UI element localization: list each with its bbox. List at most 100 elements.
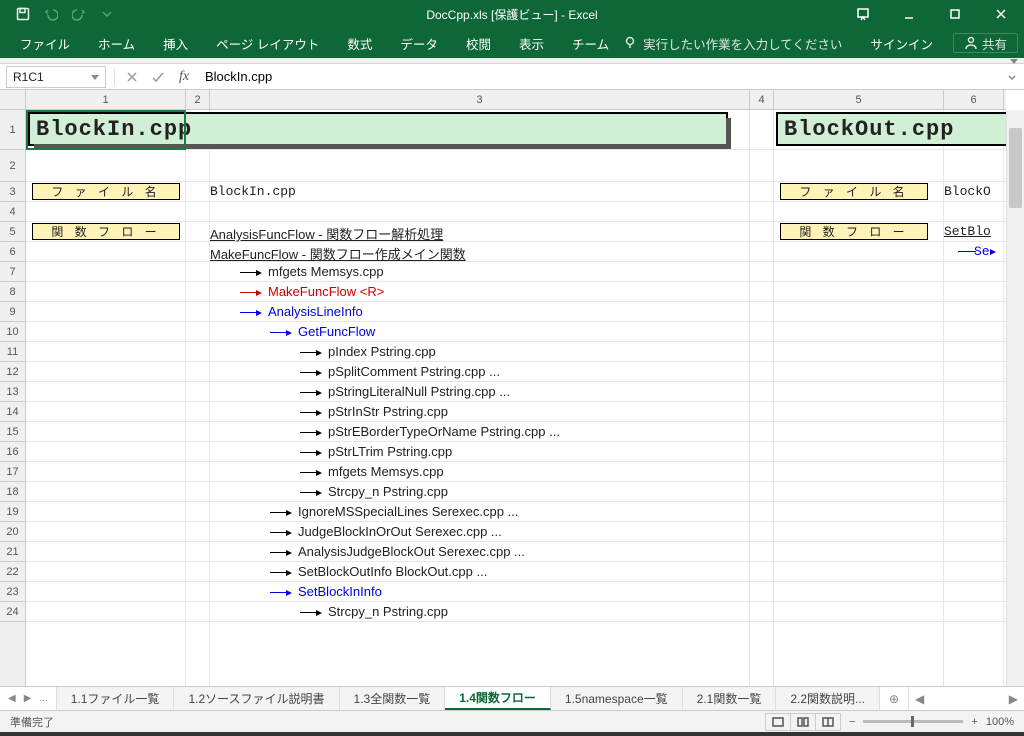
tab-file[interactable]: ファイル xyxy=(6,28,84,58)
flow-item: pStringLiteralNull Pstring.cpp ... xyxy=(300,384,510,400)
tab-home[interactable]: ホーム xyxy=(84,28,149,58)
row-headers[interactable]: 123456789101112131415161718192021222324 xyxy=(0,110,26,686)
sheet-tab[interactable]: 2.1関数一覧 xyxy=(683,687,777,710)
worksheet-grid[interactable]: 123456 123456789101112131415161718192021… xyxy=(0,90,1024,686)
col-header[interactable]: 1 xyxy=(26,90,186,110)
sheet-tab[interactable]: 1.2ソースファイル説明書 xyxy=(174,687,339,710)
col-header[interactable]: 6 xyxy=(944,90,1004,110)
row-header[interactable]: 2 xyxy=(0,150,25,182)
view-normal-icon[interactable] xyxy=(765,713,791,731)
maximize-icon[interactable] xyxy=(932,0,978,28)
cells-area[interactable]: BlockIn.cppBlockOut.cppフ ァ イ ル 名関 数 フ ロ … xyxy=(26,110,1006,686)
row-header[interactable]: 17 xyxy=(0,462,25,482)
flow-item: Strcpy_n Pstring.cpp xyxy=(300,484,448,500)
row-header[interactable]: 1 xyxy=(0,110,25,150)
sheet-tab[interactable]: 1.5namespace一覧 xyxy=(551,687,683,710)
app-title: DocCpp.xls [保護ビュー] - Excel xyxy=(426,6,597,23)
tab-data[interactable]: データ xyxy=(386,28,452,58)
row-header[interactable]: 19 xyxy=(0,502,25,522)
row-header[interactable]: 14 xyxy=(0,402,25,422)
expand-formula-icon[interactable] xyxy=(1000,66,1024,88)
row-header[interactable]: 23 xyxy=(0,582,25,602)
formula-bar: R1C1 fx xyxy=(0,64,1024,90)
flow-item: MakeFuncFlow - 関数フロー作成メイン関数 xyxy=(210,244,466,263)
sheet-nav[interactable]: ◀▶... xyxy=(0,687,57,710)
signin-button[interactable]: サインイン xyxy=(858,34,945,53)
ribbon-collapse[interactable] xyxy=(0,58,1024,64)
tab-insert[interactable]: 挿入 xyxy=(149,28,202,58)
zoom-control[interactable]: − + 100% xyxy=(849,716,1014,728)
label-funcflow-left: 関 数 フ ロ ー xyxy=(32,223,180,240)
view-pagebreak-icon[interactable] xyxy=(815,713,841,731)
flow-item: mfgets Memsys.cpp xyxy=(300,464,444,480)
row-header[interactable]: 12 xyxy=(0,362,25,382)
undo-icon[interactable] xyxy=(44,7,58,21)
horizontal-scrollbar[interactable]: ◀▶ xyxy=(908,687,1024,710)
titlebar: DocCpp.xls [保護ビュー] - Excel xyxy=(0,0,1024,28)
row-header[interactable]: 5 xyxy=(0,222,25,242)
sheet-tab-bar: ◀▶... 1.1ファイル一覧1.2ソースファイル説明書1.3全関数一覧1.4関… xyxy=(0,686,1024,710)
flow-item: MakeFuncFlow <R> xyxy=(240,284,384,300)
select-all-corner[interactable] xyxy=(0,90,26,110)
row-header[interactable]: 7 xyxy=(0,262,25,282)
row-header[interactable]: 22 xyxy=(0,562,25,582)
view-layout-icon[interactable] xyxy=(790,713,816,731)
row-header[interactable]: 18 xyxy=(0,482,25,502)
qat-dropdown-icon[interactable] xyxy=(100,7,114,21)
sheet-tab[interactable]: 1.3全関数一覧 xyxy=(340,687,446,710)
title-blockout: BlockOut.cpp xyxy=(776,112,1006,146)
row-header[interactable]: 6 xyxy=(0,242,25,262)
row-header[interactable]: 3 xyxy=(0,182,25,202)
zoom-slider[interactable] xyxy=(863,720,963,723)
formula-input[interactable] xyxy=(197,66,1000,88)
row-header[interactable]: 20 xyxy=(0,522,25,542)
redo-icon[interactable] xyxy=(72,7,86,21)
add-sheet-button[interactable]: ⊕ xyxy=(880,687,908,710)
col-header[interactable]: 4 xyxy=(750,90,774,110)
tell-me[interactable]: 実行したい作業を入力してください xyxy=(623,34,842,53)
close-icon[interactable] xyxy=(978,0,1024,28)
accept-formula-icon[interactable] xyxy=(145,66,171,88)
flow-item: GetFuncFlow xyxy=(270,324,375,340)
fx-icon[interactable]: fx xyxy=(171,66,197,88)
sheet-tab[interactable]: 1.4関数フロー xyxy=(445,687,551,710)
zoom-out-icon[interactable]: − xyxy=(849,716,855,728)
row-header[interactable]: 16 xyxy=(0,442,25,462)
scroll-thumb[interactable] xyxy=(1009,128,1022,208)
vertical-scrollbar[interactable] xyxy=(1006,110,1024,686)
row-header[interactable]: 24 xyxy=(0,602,25,622)
tab-formulas[interactable]: 数式 xyxy=(333,28,386,58)
col-header[interactable]: 2 xyxy=(186,90,210,110)
ribbon-options-icon[interactable] xyxy=(840,0,886,28)
row-header[interactable]: 11 xyxy=(0,342,25,362)
save-icon[interactable] xyxy=(16,7,30,21)
tab-review[interactable]: 校閲 xyxy=(452,28,505,58)
row-header[interactable]: 15 xyxy=(0,422,25,442)
flow-item: pSplitComment Pstring.cpp ... xyxy=(300,364,500,380)
cancel-formula-icon[interactable] xyxy=(119,66,145,88)
tab-team[interactable]: チーム xyxy=(558,28,623,58)
sheet-tab[interactable]: 1.1ファイル一覧 xyxy=(57,687,175,710)
share-button[interactable]: 共有 xyxy=(953,33,1018,53)
row-header[interactable]: 9 xyxy=(0,302,25,322)
column-headers[interactable]: 123456 xyxy=(26,90,1006,110)
row-header[interactable]: 8 xyxy=(0,282,25,302)
cell-flow-right: SetBlo xyxy=(944,224,991,239)
flow-item: pStrEBorderTypeOrName Pstring.cpp ... xyxy=(300,424,560,440)
minimize-icon[interactable] xyxy=(886,0,932,28)
name-box[interactable]: R1C1 xyxy=(6,66,106,88)
tab-layout[interactable]: ページ レイアウト xyxy=(202,28,333,58)
row-header[interactable]: 21 xyxy=(0,542,25,562)
row-header[interactable]: 4 xyxy=(0,202,25,222)
sheet-tab[interactable]: 2.2関数説明... xyxy=(776,687,880,710)
row-header[interactable]: 13 xyxy=(0,382,25,402)
label-funcflow-right: 関 数 フ ロ ー xyxy=(780,223,928,240)
flow-item: AnalysisLineInfo xyxy=(240,304,363,320)
row-header[interactable]: 10 xyxy=(0,322,25,342)
tab-view[interactable]: 表示 xyxy=(505,28,558,58)
zoom-in-icon[interactable]: + xyxy=(971,716,977,728)
flow-item: SetBlockInInfo xyxy=(270,584,382,600)
flow-item: AnalysisJudgeBlockOut Serexec.cpp ... xyxy=(270,544,525,560)
col-header[interactable]: 5 xyxy=(774,90,944,110)
col-header[interactable]: 3 xyxy=(210,90,750,110)
